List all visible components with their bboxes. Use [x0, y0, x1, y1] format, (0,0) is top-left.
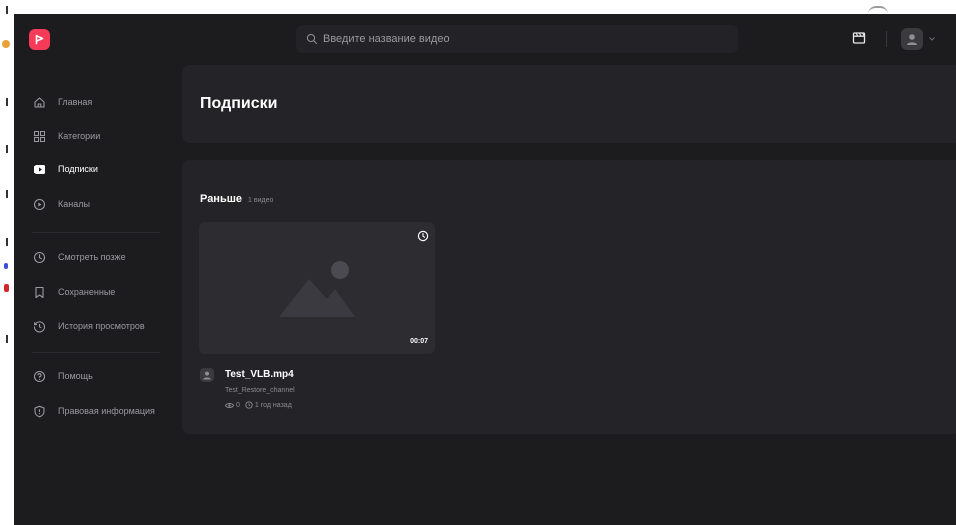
sidebar-item-label: Подписки [58, 164, 98, 174]
sidebar-item-label: Каналы [58, 199, 90, 209]
host-mark [6, 98, 8, 106]
channel-avatar[interactable] [200, 368, 214, 382]
search-icon [306, 33, 318, 45]
host-mark [6, 145, 8, 153]
clock-icon [245, 401, 253, 409]
sidebar-item-label: Главная [58, 97, 93, 107]
sidebar-item-saved[interactable]: Сохраненные [32, 282, 115, 302]
play-circle-icon [32, 197, 46, 211]
history-icon [32, 319, 46, 333]
view-count: 0 [236, 401, 240, 409]
sidebar-divider [32, 352, 160, 353]
subscriptions-section: Раньше 1 видео 00:07 Test_VLB.mp4 Test_R [182, 160, 956, 434]
image-placeholder-icon [279, 261, 355, 317]
watch-later-icon[interactable] [417, 229, 429, 247]
section-count: 1 видео [248, 197, 274, 204]
sidebar-item-subscriptions[interactable]: Подписки [32, 159, 98, 179]
subscriptions-icon [32, 162, 46, 176]
upload-age: 1 год назад [254, 401, 292, 409]
sidebar-item-label: Смотреть позже [58, 252, 126, 262]
avatar [901, 28, 923, 50]
sidebar: Главная Категории Подписки Каналы Смотре… [14, 64, 182, 525]
eye-icon [225, 402, 234, 408]
tab-edge [868, 6, 888, 14]
sidebar-item-categories[interactable]: Категории [32, 126, 100, 146]
video-meta: Test_VLB.mp4 Test_Restore_channel 0 1 го… [199, 366, 435, 426]
search-input[interactable] [323, 33, 723, 45]
sidebar-item-label: Помощь [58, 371, 93, 381]
video-stats: 0 1 год назад [225, 401, 292, 409]
sidebar-item-history[interactable]: История просмотров [32, 316, 145, 336]
video-thumbnail[interactable]: 00:07 [199, 222, 435, 354]
top-header [14, 14, 956, 64]
grid-icon [32, 129, 46, 143]
chevron-down-icon [929, 37, 935, 41]
page-title: Подписки [200, 95, 278, 112]
header-divider [886, 31, 887, 47]
sidebar-item-home[interactable]: Главная [32, 92, 92, 112]
sidebar-item-help[interactable]: Помощь [32, 366, 93, 386]
clock-icon [32, 250, 46, 264]
channel-name[interactable]: Test_Restore_channel [225, 387, 295, 394]
host-mark [6, 190, 8, 198]
host-mark [6, 238, 8, 246]
shield-icon [32, 404, 46, 418]
sidebar-item-label: Правовая информация [58, 406, 155, 416]
account-menu-button[interactable] [901, 28, 941, 50]
sidebar-item-legal[interactable]: Правовая информация [32, 401, 155, 421]
page-header-panel: Подписки [182, 65, 956, 143]
user-icon [203, 371, 211, 380]
sidebar-divider [32, 232, 160, 233]
video-card[interactable]: 00:07 Test_VLB.mp4 Test_Restore_channel … [199, 222, 435, 426]
video-duration: 00:07 [410, 338, 428, 345]
clapperboard-icon[interactable] [852, 31, 866, 50]
user-icon [907, 34, 917, 45]
host-app-icon [2, 40, 10, 48]
play-flag-logo-icon[interactable] [29, 29, 50, 50]
app-window: Главная Категории Подписки Каналы Смо [14, 14, 956, 525]
section-title: Раньше [200, 193, 243, 205]
host-mark [6, 335, 8, 343]
home-icon [32, 95, 46, 109]
section-header: Раньше 1 видео [200, 193, 273, 205]
host-app-icon [4, 263, 8, 269]
video-title[interactable]: Test_VLB.mp4 [225, 369, 294, 380]
sidebar-item-watch-later[interactable]: Смотреть позже [32, 247, 126, 267]
sidebar-item-channels[interactable]: Каналы [32, 194, 90, 214]
host-window-strip [0, 0, 14, 525]
host-mark [6, 6, 8, 14]
sidebar-item-label: Категории [58, 131, 101, 141]
bookmark-icon [32, 285, 46, 299]
help-icon [32, 369, 46, 383]
sidebar-item-label: История просмотров [58, 321, 145, 331]
sidebar-item-label: Сохраненные [58, 287, 116, 297]
host-app-icon [4, 284, 9, 292]
browser-top-edge [14, 0, 956, 14]
search-box[interactable] [296, 25, 738, 53]
